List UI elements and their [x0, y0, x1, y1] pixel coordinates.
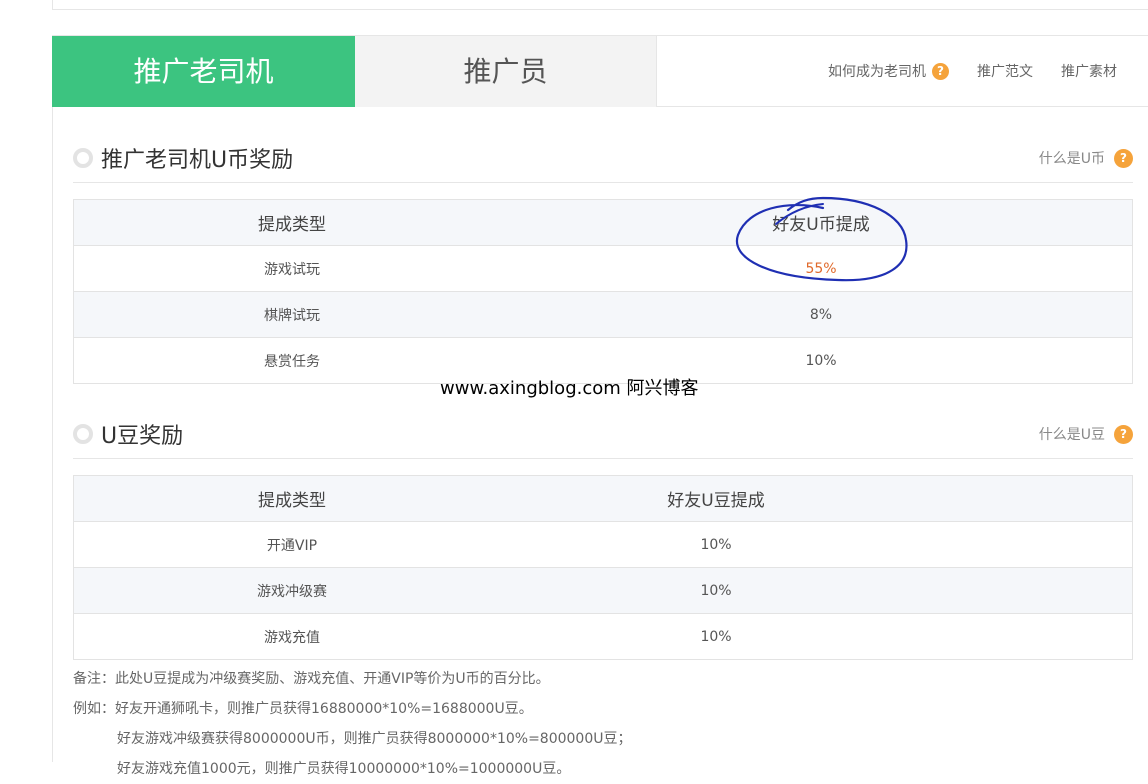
table-row: 开通VIP 10%: [73, 521, 1133, 568]
cell-rate: 8%: [510, 291, 1133, 338]
note-line: 备注：此处U豆提成为冲级赛奖励、游戏充值、开通VIP等价为U币的百分比。: [73, 671, 550, 687]
what-is-u-coin-label: 什么是U币: [1038, 151, 1105, 167]
note-line: 好友游戏冲级赛获得8000000U币，则推广员获得8000000*10%=800…: [117, 731, 632, 747]
cell-rate: 10%: [510, 567, 922, 614]
cell-rate: 10%: [510, 521, 922, 568]
u-coin-section-header: 推广老司机U币奖励 什么是U币 ?: [73, 142, 1133, 183]
column-header-type: 提成类型: [73, 475, 510, 522]
column-header-rate: 好友U豆提成: [510, 475, 922, 522]
column-header-empty: [922, 475, 1133, 522]
help-icon: ?: [1114, 424, 1133, 444]
table-row: 游戏试玩 55%: [73, 245, 1133, 292]
notes-block: 备注：此处U豆提成为冲级赛奖励、游戏充值、开通VIP等价为U币的百分比。 例如：…: [73, 664, 632, 784]
radio-ring-icon: [73, 424, 93, 444]
u-coin-section-title: 推广老司机U币奖励: [73, 142, 293, 174]
note-line: 好友游戏充值1000元，则推广员获得10000000*10%=1000000U豆…: [117, 761, 571, 777]
cell-type: 棋牌试玩: [73, 291, 510, 338]
promo-material-link[interactable]: 推广素材: [1061, 61, 1117, 81]
top-panel-edge: [52, 0, 1148, 10]
table-row: 棋牌试玩 8%: [73, 291, 1133, 338]
how-to-become-driver-label: 如何成为老司机: [828, 64, 926, 80]
cell-type: 开通VIP: [73, 521, 510, 568]
u-bean-section-title: U豆奖励: [73, 418, 183, 450]
note-line: 例如：好友开通狮吼卡，则推广员获得16880000*10%=1688000U豆。: [73, 701, 533, 717]
hand-drawn-circle-annotation: [735, 196, 908, 282]
cell-empty: [922, 613, 1133, 660]
watermark-text: www.axingblog.com 阿兴博客: [440, 378, 699, 399]
tab-links: 如何成为老司机 ? 推广范文 推广素材: [800, 36, 1117, 106]
table-header-row: 提成类型 好友U币提成: [73, 199, 1133, 246]
cell-empty: [922, 567, 1133, 614]
cell-type: 游戏试玩: [73, 245, 510, 292]
u-coin-reward-table: 提成类型 好友U币提成 游戏试玩 55% 棋牌试玩 8% 悬赏任务 10%: [73, 199, 1133, 384]
radio-ring-icon: [73, 148, 93, 168]
cell-type: 游戏充值: [73, 613, 510, 660]
table-row: 游戏充值 10%: [73, 613, 1133, 660]
what-is-u-bean-label: 什么是U豆: [1038, 427, 1105, 443]
help-icon: ?: [1114, 148, 1133, 168]
how-to-become-driver-link[interactable]: 如何成为老司机 ?: [828, 61, 949, 81]
u-coin-section-title-text: 推广老司机U币奖励: [101, 148, 294, 173]
u-bean-section-header: U豆奖励 什么是U豆 ?: [73, 418, 1133, 459]
what-is-u-bean-link[interactable]: 什么是U豆 ?: [1039, 424, 1133, 444]
column-header-type: 提成类型: [73, 199, 510, 246]
tab-promo-driver[interactable]: 推广老司机: [52, 36, 355, 107]
what-is-u-coin-link[interactable]: 什么是U币 ?: [1039, 148, 1133, 168]
cell-empty: [922, 521, 1133, 568]
cell-rate: 10%: [510, 613, 922, 660]
cell-type: 游戏冲级赛: [73, 567, 510, 614]
u-bean-reward-table: 提成类型 好友U豆提成 开通VIP 10% 游戏冲级赛 10% 游戏充值 10%: [73, 475, 1133, 660]
table-header-row: 提成类型 好友U豆提成: [73, 475, 1133, 522]
table-row: 游戏冲级赛 10%: [73, 567, 1133, 614]
u-bean-section-title-text: U豆奖励: [101, 424, 184, 449]
help-icon: ?: [932, 62, 949, 80]
promo-sample-link[interactable]: 推广范文: [977, 61, 1033, 81]
tab-promoter[interactable]: 推广员: [355, 36, 657, 107]
tab-bar: 推广老司机 推广员 如何成为老司机 ? 推广范文 推广素材: [52, 36, 1148, 107]
